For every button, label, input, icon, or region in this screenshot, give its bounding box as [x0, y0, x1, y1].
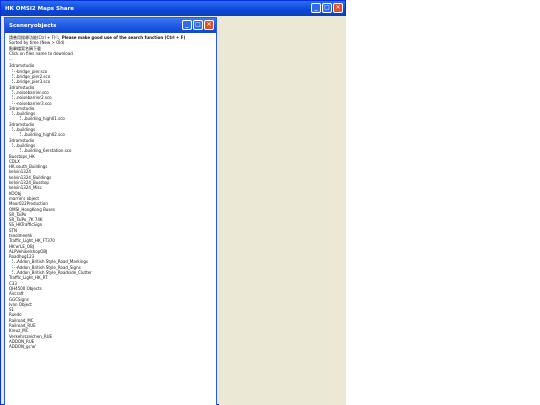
- sub-titlebar[interactable]: Sceneryobjects _ □ ✕: [5, 18, 216, 33]
- tree-item[interactable]: ADDON_gc'w': [9, 344, 214, 349]
- search-hint-en: Please make good use of the search funct…: [61, 35, 186, 40]
- main-window-controls: _ □ ✕: [311, 3, 343, 13]
- file-list-content: 請善用搜尋功能(Ctrl + F)🔍 Please make good use …: [9, 35, 214, 405]
- main-titlebar[interactable]: HK OMSI2 Maps Share _ □ ✕: [1, 1, 345, 16]
- folder-tree: 3dramstudio bridge_pier.sco bridge_pier2.s…: [9, 63, 214, 349]
- sub-maximize-button[interactable]: □: [193, 20, 203, 30]
- sub-minimize-button[interactable]: _: [182, 20, 192, 30]
- sub-window-title: Sceneryobjects: [9, 22, 57, 29]
- empty-pane: [219, 16, 346, 405]
- sub-close-button[interactable]: ✕: [204, 20, 214, 30]
- minimize-button[interactable]: _: [311, 3, 321, 13]
- window-title: HK OMSI2 Maps Share: [5, 5, 75, 12]
- sub-window-controls: _ □ ✕: [182, 20, 214, 30]
- close-button[interactable]: ✕: [333, 3, 343, 13]
- main-window: HK OMSI2 Maps Share _ □ ✕ Sceneryobjects…: [0, 0, 346, 405]
- sceneryobjects-window: Sceneryobjects _ □ ✕ 請善用搜尋功能(Ctrl + F)🔍 …: [4, 17, 217, 405]
- maximize-button[interactable]: □: [322, 3, 332, 13]
- search-hint-zh: 請善用搜尋功能(Ctrl + F)🔍: [9, 35, 61, 40]
